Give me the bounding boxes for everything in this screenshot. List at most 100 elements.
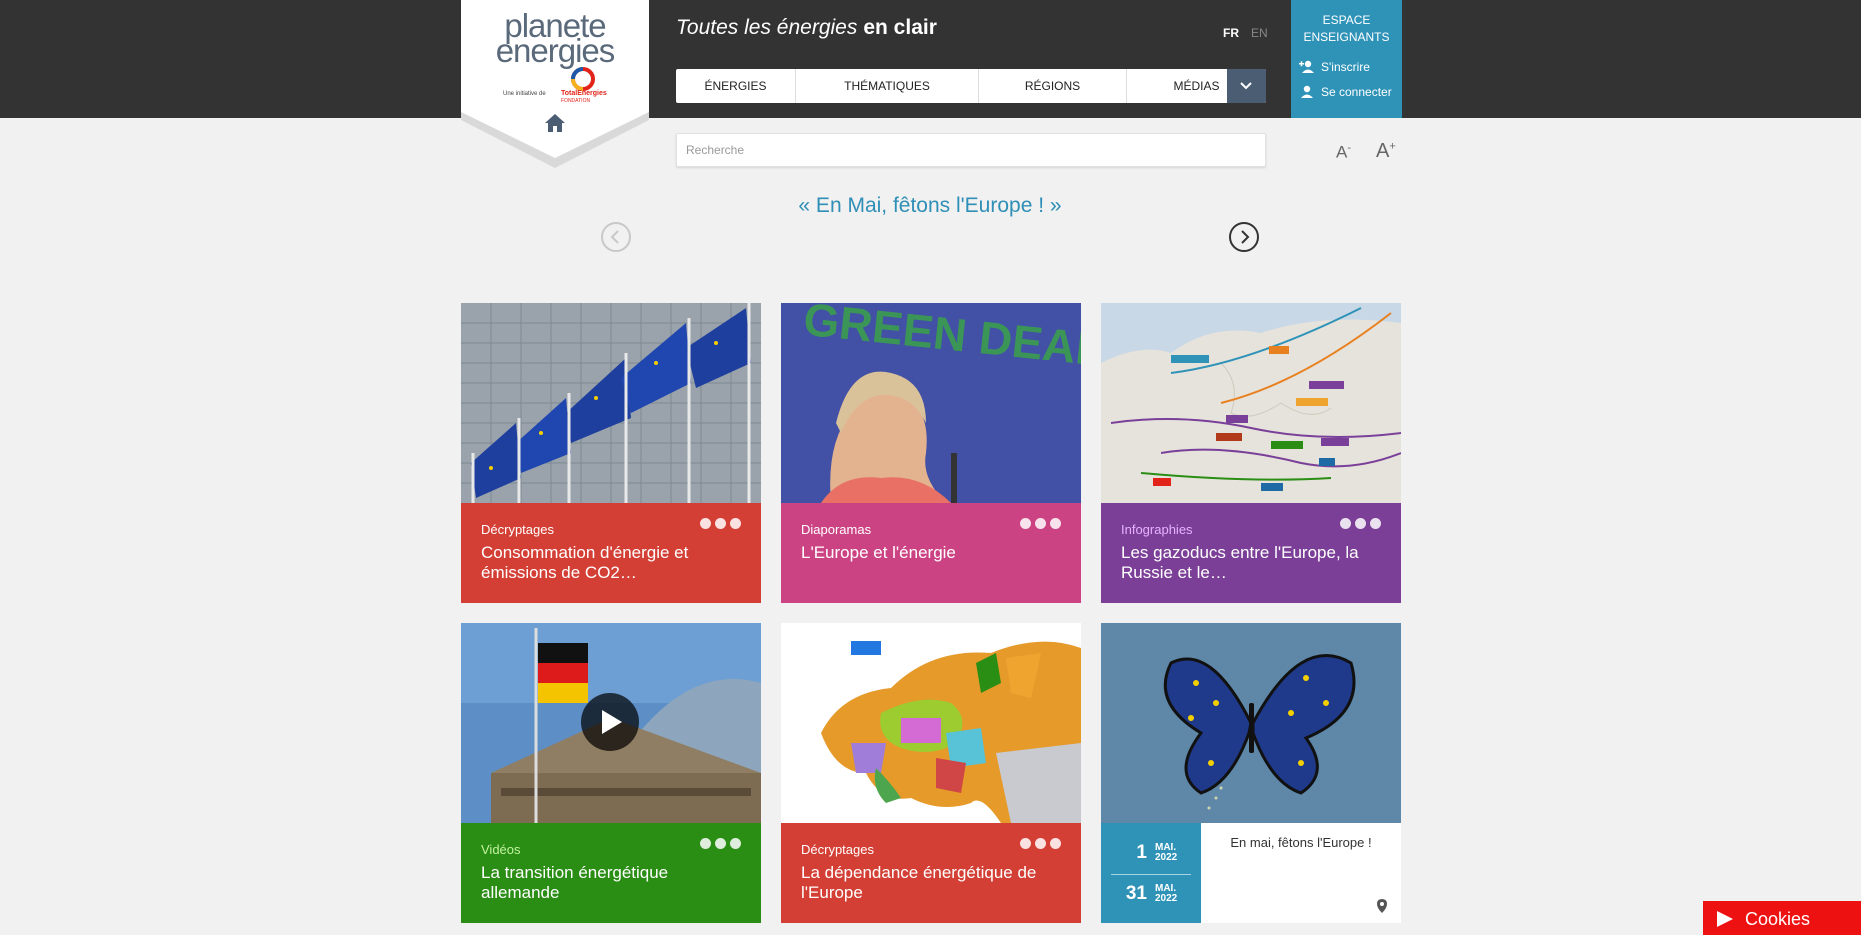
totalenergies-logo-icon (571, 67, 595, 91)
event-start-date: 1 MAI. 2022 (1101, 838, 1201, 878)
nav-more-button[interactable] (1227, 69, 1266, 103)
card-title[interactable]: Consommation d'énergie et émissions de C… (481, 543, 741, 583)
article-card[interactable]: Décryptages Consommation d'énergie et ém… (461, 303, 761, 603)
teacher-title-line2: ENSEIGNANTS (1303, 30, 1390, 44)
card-panel: Décryptages Consommation d'énergie et ém… (461, 503, 761, 603)
card-category: Décryptages (801, 842, 874, 857)
card-image-pipeline-map (1101, 303, 1401, 503)
share-icon[interactable] (1020, 518, 1031, 529)
chevron-down-icon (1240, 82, 1252, 90)
card-panel: Vidéos La transition énergétique alleman… (461, 823, 761, 923)
play-button[interactable] (581, 693, 639, 751)
card-title[interactable]: Les gazoducs entre l'Europe, la Russie e… (1121, 543, 1381, 583)
teacher-space-title[interactable]: ESPACE ENSEIGNANTS (1291, 12, 1402, 46)
share-icon[interactable] (730, 838, 741, 849)
site-logo[interactable]: planete energies Une initiative de Total… (461, 0, 649, 168)
chevron-left-icon (610, 230, 619, 244)
lang-en-link[interactable]: EN (1251, 26, 1268, 40)
event-start-day: 1 (1136, 842, 1147, 863)
card-category: Infographies (1121, 522, 1193, 537)
event-title[interactable]: En mai, fêtons l'Europe ! (1201, 835, 1401, 850)
article-card[interactable]: GREEN DEAL Diaporamas L'Europe et l'éner… (781, 303, 1081, 603)
cookies-label: Cookies (1745, 909, 1811, 929)
carousel-headline[interactable]: « En Mai, fêtons l'Europe ! » (700, 194, 1160, 218)
play-icon (1717, 911, 1733, 927)
card-image-eu-flags (461, 303, 761, 503)
share-icon[interactable] (1370, 518, 1381, 529)
font-decrease-button[interactable]: A- (1336, 142, 1351, 163)
share-icons (700, 838, 741, 849)
nav-item-energies[interactable]: ÉNERGIES (676, 69, 796, 103)
chevron-right-icon (1241, 230, 1250, 244)
home-icon[interactable] (544, 113, 566, 133)
font-decrease-sup: - (1347, 142, 1352, 154)
share-icon[interactable] (1355, 518, 1366, 529)
tagline-italic: Toutes les énergies (676, 16, 858, 39)
share-icon[interactable] (1050, 838, 1061, 849)
card-title[interactable]: La dépendance énergétique de l'Europe (801, 863, 1061, 903)
signup-label: S'inscrire (1321, 60, 1370, 74)
share-icon[interactable] (1035, 838, 1046, 849)
card-category: Vidéos (481, 842, 521, 857)
card-title[interactable]: La transition énergétique allemande (481, 863, 741, 903)
event-card[interactable]: 1 MAI. 2022 31 MAI. 2022 En mai, fêtons … (1101, 623, 1401, 923)
article-card[interactable]: Décryptages La dépendance énergétique de… (781, 623, 1081, 923)
card-title[interactable]: L'Europe et l'énergie (801, 543, 1061, 563)
card-panel: Infographies Les gazoducs entre l'Europe… (1101, 503, 1401, 603)
share-icon[interactable] (715, 838, 726, 849)
add-user-icon (1299, 60, 1314, 73)
card-category: Diaporamas (801, 522, 872, 537)
share-icon[interactable] (1035, 518, 1046, 529)
share-icon[interactable] (1050, 518, 1061, 529)
share-icon[interactable] (715, 518, 726, 529)
card-image-eu-butterfly (1101, 623, 1401, 823)
event-end-month: MAI. 2022 (1155, 884, 1177, 904)
video-card[interactable]: Vidéos La transition énergétique alleman… (461, 623, 761, 923)
search-box (676, 133, 1266, 167)
event-start-month: MAI. 2022 (1155, 843, 1177, 863)
site-tagline: Toutes les énergies en clair (676, 16, 937, 40)
share-icons (1340, 518, 1381, 529)
user-icon (1301, 85, 1313, 98)
lang-fr-link[interactable]: FR (1223, 26, 1239, 40)
logo-initiative-text: Une initiative de (503, 91, 546, 97)
share-icons (700, 518, 741, 529)
signup-link[interactable]: S'inscrire (1299, 60, 1370, 74)
logo-word-energies: energies (495, 32, 616, 69)
event-date-box: 1 MAI. 2022 31 MAI. 2022 (1101, 823, 1201, 923)
font-decrease-label: A (1336, 142, 1348, 162)
card-category: Décryptages (481, 522, 554, 537)
event-end-year: 2022 (1155, 893, 1178, 904)
card-image-green-deal: GREEN DEAL (781, 303, 1081, 503)
share-icon[interactable] (700, 518, 711, 529)
card-image-europe-3d-map (781, 623, 1081, 823)
search-input[interactable] (677, 134, 1255, 166)
card-panel: Diaporamas L'Europe et l'énergie (781, 503, 1081, 603)
event-body: En mai, fêtons l'Europe ! (1201, 823, 1401, 923)
nav-item-regions[interactable]: RÉGIONS (979, 69, 1127, 103)
event-start-year: 2022 (1155, 852, 1178, 863)
tagline-bold: en clair (863, 16, 937, 39)
main-nav: ÉNERGIES THÉMATIQUES RÉGIONS MÉDIAS (676, 69, 1266, 103)
share-icon[interactable] (1020, 838, 1031, 849)
carousel-next-button[interactable] (1229, 222, 1259, 252)
font-increase-label: A (1376, 140, 1390, 162)
teacher-title-line1: ESPACE (1322, 13, 1371, 27)
login-link[interactable]: Se connecter (1299, 85, 1392, 99)
share-icon[interactable] (730, 518, 741, 529)
share-icon[interactable] (1340, 518, 1351, 529)
play-icon (602, 710, 622, 734)
card-panel: Décryptages La dépendance énergétique de… (781, 823, 1081, 923)
date-divider (1111, 874, 1191, 875)
share-icon[interactable] (700, 838, 711, 849)
nav-item-thematiques[interactable]: THÉMATIQUES (796, 69, 979, 103)
teacher-space-panel: ESPACE ENSEIGNANTS S'inscrire Se connect… (1291, 0, 1402, 118)
cookies-button[interactable]: Cookies (1703, 901, 1861, 935)
font-increase-button[interactable]: A+ (1376, 140, 1396, 163)
share-icons (1020, 838, 1061, 849)
article-card[interactable]: Infographies Les gazoducs entre l'Europe… (1101, 303, 1401, 603)
carousel-prev-button[interactable] (601, 222, 631, 252)
share-icons (1020, 518, 1061, 529)
login-label: Se connecter (1321, 85, 1392, 99)
event-end-date: 31 MAI. 2022 (1101, 879, 1201, 919)
